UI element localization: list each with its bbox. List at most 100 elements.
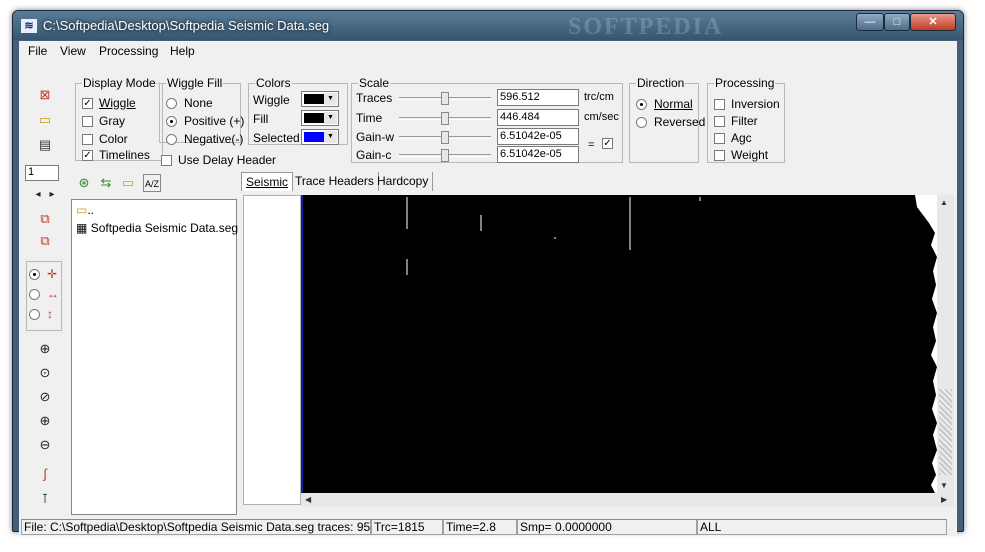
gainw-slider[interactable] [397,129,493,145]
file-browser: ⊛ ⇆ ▭ A/Z ▭.. ▦ Softpedia Seismic Data.s… [71,171,239,515]
scroll-left-icon[interactable]: ◀ [305,495,311,504]
wiggle-fill-positive[interactable]: Positive (+) [166,113,244,129]
display-mode-gray[interactable]: Gray [82,113,125,129]
horizontal-scrollbar[interactable]: ◀ ▶ [301,493,954,507]
radio-icon[interactable] [29,288,40,300]
processing-inversion[interactable]: Inversion [714,96,780,112]
scroll-down-icon[interactable]: ▼ [940,481,948,490]
zoom-fit-icon[interactable]: ⊙ [34,363,56,384]
tab-seismic[interactable]: Seismic [241,172,294,191]
tab-hardcopy[interactable]: Hardcopy [373,172,434,191]
traces-slider[interactable] [397,90,493,106]
page-number-field[interactable]: 1 [25,165,59,181]
scroll-up-icon[interactable]: ▲ [940,198,948,207]
menu-processing[interactable]: Processing [99,44,158,58]
wiggle-fill-title: Wiggle Fill [166,76,224,90]
checkbox-icon[interactable]: ✓ [82,149,93,161]
menu-view[interactable]: View [60,44,86,58]
radio-icon[interactable] [636,98,647,110]
checkbox-icon[interactable] [82,115,93,127]
scale-traces-label: Traces [356,91,393,105]
radio-icon[interactable] [166,133,177,145]
gainw-value-input[interactable]: 6.51042e-05 [497,128,579,145]
display-mode-group: Display Mode ✓ Wiggle Gray Color ✓ Timelin… [75,76,163,163]
title-bar[interactable]: ≋ C:\Softpedia\Desktop\Softpedia Seismic… [13,11,963,40]
sort-icon[interactable]: A/Z [143,174,161,192]
mode-pan[interactable]: ✛ [29,266,57,282]
checkbox-icon[interactable] [82,133,93,145]
menu-file[interactable]: File [28,44,47,58]
mode-vertical[interactable]: ↕ [29,306,53,322]
display-mode-wiggle[interactable]: ✓ Wiggle [82,95,136,111]
list-item[interactable]: ▭.. [76,203,94,217]
app-window: ≋ C:\Softpedia\Desktop\Softpedia Seismic… [12,10,964,536]
selected-color-picker[interactable]: ▼ [301,129,339,145]
equal-sign: = [588,139,595,151]
minimize-button[interactable]: — [856,13,884,31]
traces-unit: trc/cm [584,91,614,103]
wiggle-color-picker[interactable]: ▼ [301,91,339,107]
scroll-right-icon[interactable]: ▶ [941,495,947,504]
gainc-value-input[interactable]: 6.51042e-05 [497,146,579,163]
colors-selected-label: Selected [253,131,300,145]
wiggle-fill-none[interactable]: None [166,95,213,111]
radio-icon[interactable] [166,97,177,109]
fill-color-picker[interactable]: ▼ [301,110,339,126]
zoom-in-icon[interactable]: ⊕ [34,411,56,432]
pick-icon[interactable]: ∫ [34,464,56,485]
radio-icon[interactable] [29,268,40,280]
wiggle-fill-negative[interactable]: Negative(-) [166,131,243,147]
seismic-display[interactable] [301,195,937,493]
vertical-scrollbar[interactable]: ▲ ▼ [937,195,954,493]
zoom-reset-icon[interactable]: ⊘ [34,387,56,408]
wiggle-fill-group: Wiggle Fill None Positive (+) Negative(-… [159,76,244,146]
trace-copy-icon[interactable]: ⧉ [34,231,56,252]
annotate-icon[interactable]: ⊺ [34,489,56,510]
new-icon[interactable]: ⊠ [34,85,56,106]
time-value-input[interactable]: 446.484 [497,109,579,126]
menu-help[interactable]: Help [170,44,195,58]
close-button[interactable]: ✕ [910,13,956,31]
checkbox-icon[interactable] [714,115,725,127]
scroll-track [939,389,952,475]
processing-group: Processing Inversion Filter Agc Weight [707,76,785,163]
direction-normal[interactable]: Normal [636,96,693,112]
checkbox-icon[interactable]: ✓ [82,97,93,109]
scale-title: Scale [358,76,391,90]
radio-icon[interactable] [166,115,177,127]
refresh-icon[interactable]: ⇆ [97,174,115,192]
display-mode-color[interactable]: Color [82,131,128,147]
zoom-out-icon[interactable]: ⊖ [34,435,56,456]
zoom-region-icon[interactable]: ⊕ [34,339,56,360]
chevron-down-icon: ▼ [324,131,337,143]
radio-icon[interactable] [29,308,40,320]
seismic-traces [303,195,937,493]
time-slider[interactable] [397,110,493,126]
processing-weight[interactable]: Weight [714,147,768,163]
checkbox-icon[interactable] [714,98,725,110]
list-item[interactable]: ▦ Softpedia Seismic Data.seg [76,221,238,235]
checkbox-icon[interactable] [714,132,725,144]
radio-icon[interactable] [636,116,647,128]
next-arrow-icon[interactable]: ▸ [41,185,63,206]
trace-select-icon[interactable]: ⧉ [34,209,56,230]
processing-filter[interactable]: Filter [714,113,758,129]
link-gain-checkbox[interactable]: ✓ [602,138,613,149]
checkbox-icon[interactable] [714,149,725,161]
maximize-button[interactable]: □ [884,13,910,31]
processing-agc[interactable]: Agc [714,130,752,146]
open-icon[interactable]: ▭ [34,110,56,131]
checkbox-icon[interactable] [161,154,172,166]
go-icon[interactable]: ⊛ [75,174,93,192]
folder-icon[interactable]: ▭ [119,174,137,192]
status-sample: Smp= 0.0000000 [517,519,697,535]
save-icon[interactable]: ▤ [34,135,56,156]
mode-horizontal[interactable]: ↔ [29,286,59,302]
use-delay-header[interactable]: Use Delay Header [161,152,276,168]
display-mode-timelines[interactable]: ✓ Timelines [82,147,150,163]
gainc-slider[interactable] [397,147,493,163]
tab-trace-headers[interactable]: Trace Headers [291,172,379,191]
direction-reversed[interactable]: Reversed [636,114,705,130]
folder-icon: ▭ [76,203,88,217]
traces-value-input[interactable]: 596.512 [497,89,579,106]
